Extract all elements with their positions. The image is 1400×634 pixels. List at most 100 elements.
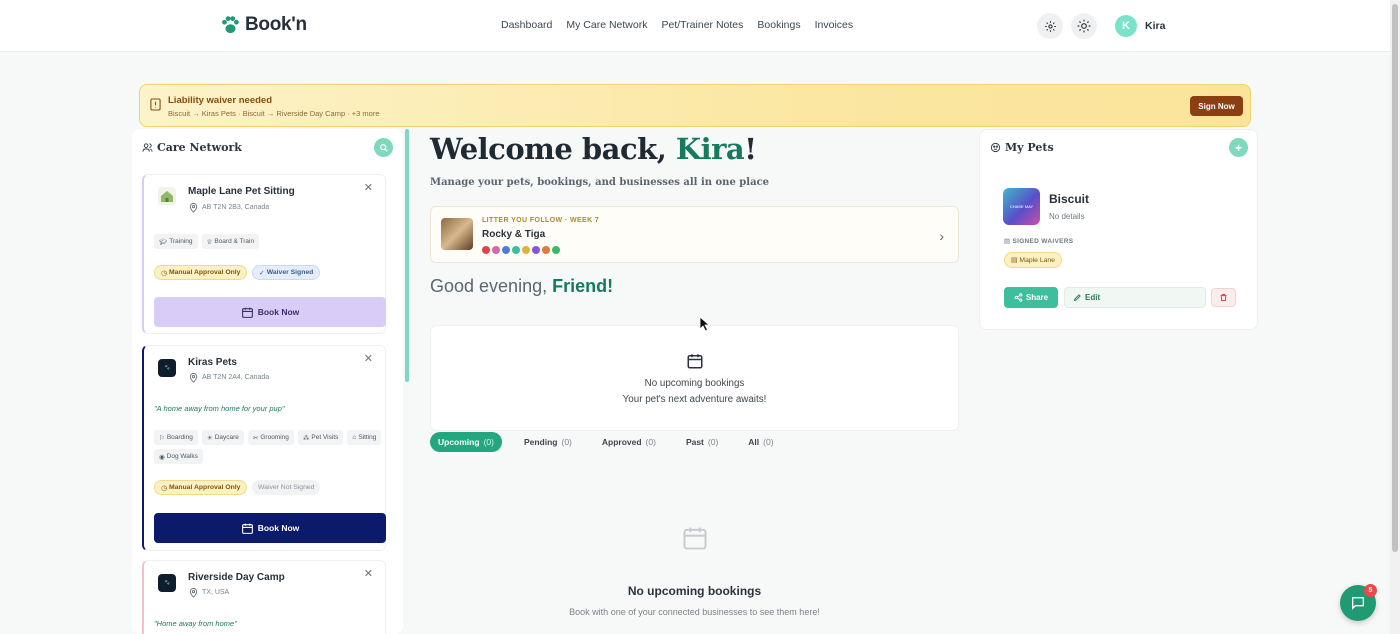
litter-color-dot bbox=[492, 246, 500, 254]
business-name[interactable]: Riverside Day Camp bbox=[188, 572, 285, 583]
nav-my-care-network[interactable]: My Care Network bbox=[566, 19, 647, 31]
delete-button[interactable] bbox=[1211, 288, 1236, 307]
waiver-status-badge: ✓ Waiver Signed bbox=[252, 265, 321, 280]
upcoming-bookings-card: No upcoming bookings Your pet's next adv… bbox=[430, 325, 959, 431]
litter-label: LITTER YOU FOLLOW · WEEK 7 bbox=[482, 217, 600, 224]
nav-dashboard[interactable]: Dashboard bbox=[501, 19, 552, 31]
tab-upcoming[interactable]: Upcoming (0) bbox=[430, 432, 502, 452]
tab-approved[interactable]: Approved (0) bbox=[594, 432, 664, 452]
signed-waiver-badge: ▤ Maple Lane bbox=[1004, 252, 1062, 268]
nav-pet-trainer-notes[interactable]: Pet/Trainer Notes bbox=[661, 19, 743, 31]
litter-color-dot bbox=[532, 246, 540, 254]
pet-name[interactable]: Biscuit bbox=[1049, 192, 1089, 206]
share-icon bbox=[1014, 293, 1023, 302]
gear-icon bbox=[1044, 20, 1056, 32]
paw-logo-icon: 🐾︎ bbox=[163, 365, 171, 371]
litter-color-dot bbox=[512, 246, 520, 254]
trophy-icon: ♕ bbox=[206, 238, 213, 246]
business-location: TX, USA bbox=[188, 586, 229, 599]
business-location-text: TX, USA bbox=[202, 589, 230, 596]
scrollbar-thumb[interactable] bbox=[1392, 4, 1398, 552]
sign-now-button[interactable]: Sign Now bbox=[1190, 96, 1243, 116]
greeting-text: Good evening, Friend! bbox=[430, 276, 614, 296]
service-tags: 🎓︎ Training ♕ Board & Train bbox=[154, 234, 386, 253]
business-card-maple-lane[interactable]: Maple Lane Pet Sitting AB T2N 2B3, Canad… bbox=[142, 174, 386, 334]
nav-invoices[interactable]: Invoices bbox=[815, 19, 854, 31]
banner-subtitle: Biscuit → Kiras Pets · Biscuit → Riversi… bbox=[168, 109, 380, 118]
waiver-status-badge: Waiver Not Signed bbox=[252, 480, 321, 495]
business-name[interactable]: Maple Lane Pet Sitting bbox=[188, 186, 295, 197]
home-icon: ⌂ bbox=[352, 434, 357, 441]
care-network-title-text: Care Network bbox=[157, 141, 242, 154]
close-icon[interactable]: ✕ bbox=[364, 567, 373, 580]
service-tag: ⁂ Pet Visits bbox=[297, 430, 344, 445]
business-location-text: AB T2N 2A4, Canada bbox=[202, 374, 270, 381]
close-icon[interactable]: ✕ bbox=[364, 181, 373, 194]
book-now-button[interactable]: Book Now bbox=[154, 297, 386, 327]
empty-bookings-title: No upcoming bookings bbox=[644, 378, 745, 389]
calendar-icon bbox=[687, 354, 703, 369]
business-tagline: "A home away from home for your pup" bbox=[154, 404, 285, 413]
booking-tabs: Upcoming (0) Pending (0) Approved (0) Past(… bbox=[430, 432, 782, 452]
business-card-riverside[interactable]: 🐾︎ Riverside Day Camp TX, USA ✕ "Home aw… bbox=[142, 560, 386, 634]
kiras-pets-logo: 🐾︎ bbox=[158, 359, 176, 377]
litter-photo bbox=[441, 218, 473, 250]
calendar-icon bbox=[241, 523, 253, 534]
sun-icon bbox=[1077, 19, 1091, 33]
business-location: AB T2N 2B3, Canada bbox=[188, 201, 269, 214]
page-scrollbar[interactable] bbox=[1390, 0, 1400, 634]
welcome-subtitle: Manage your pets, bookings, and business… bbox=[430, 177, 770, 188]
user-avatar[interactable]: K bbox=[1115, 15, 1137, 37]
add-pet-button[interactable]: + bbox=[1229, 138, 1248, 157]
my-pets-title: My Pets bbox=[990, 141, 1054, 154]
house-logo-icon bbox=[161, 191, 173, 202]
calendar-icon bbox=[241, 307, 253, 318]
pet-photo[interactable]: CHASE MAY bbox=[1003, 188, 1040, 225]
litter-card[interactable]: LITTER YOU FOLLOW · WEEK 7 Rocky & Tiga … bbox=[430, 206, 959, 263]
sun-small-icon: ☀ bbox=[206, 434, 213, 442]
panel-scroll-indicator[interactable] bbox=[405, 129, 409, 382]
nav-bookings[interactable]: Bookings bbox=[757, 19, 800, 31]
search-network-button[interactable] bbox=[374, 138, 393, 157]
litter-color-dot bbox=[552, 246, 560, 254]
paw-icon bbox=[222, 16, 239, 34]
plus-icon: + bbox=[1234, 140, 1242, 155]
tab-past[interactable]: Past (0) bbox=[678, 432, 726, 452]
tab-all[interactable]: All (0) bbox=[740, 432, 781, 452]
empty-list-subtitle: Book with one of your connected business… bbox=[569, 607, 820, 617]
litter-color-dot bbox=[482, 246, 490, 254]
chevron-right-icon[interactable]: › bbox=[939, 228, 944, 244]
approval-badge: ◷ Manual Approval Only bbox=[154, 265, 248, 280]
welcome-heading: Welcome back, Kira! bbox=[430, 132, 757, 166]
user-name[interactable]: Kira bbox=[1145, 20, 1165, 32]
book-now-button[interactable]: Book Now bbox=[154, 513, 386, 543]
app-logo[interactable]: Book'n bbox=[219, 14, 307, 36]
theme-toggle-button[interactable] bbox=[1071, 13, 1097, 39]
my-pets-panel: My Pets + CHASE MAY Biscuit No details ▤… bbox=[979, 129, 1258, 330]
dog-icon: ◉ bbox=[159, 453, 165, 461]
care-network-panel: Care Network Maple Lane Pet Sitting AB T… bbox=[132, 129, 403, 634]
business-name[interactable]: Kiras Pets bbox=[188, 357, 237, 368]
main-nav: Dashboard My Care Network Pet/Trainer No… bbox=[501, 19, 853, 31]
edit-button[interactable]: Edit bbox=[1064, 287, 1206, 308]
business-tagline: "Home away from home" bbox=[154, 619, 237, 628]
close-icon[interactable]: ✕ bbox=[364, 352, 373, 365]
business-card-kiras-pets[interactable]: 🐾︎ Kiras Pets AB T2N 2A4, Canada ✕ "A ho… bbox=[142, 345, 386, 551]
banner-title: Liability waiver needed bbox=[168, 95, 273, 106]
calendar-empty-icon bbox=[683, 527, 707, 550]
care-network-title: Care Network bbox=[142, 141, 242, 154]
flag-icon: ⚐ bbox=[159, 434, 165, 442]
scissors-icon: ✂ bbox=[252, 434, 259, 442]
maple-lane-logo bbox=[158, 187, 176, 205]
business-location-text: AB T2N 2B3, Canada bbox=[202, 204, 270, 211]
share-button[interactable]: Share bbox=[1004, 287, 1058, 308]
service-tag: 🎓︎ Training bbox=[154, 234, 198, 249]
footprints-icon: ⁂ bbox=[302, 434, 310, 442]
map-pin-icon bbox=[189, 202, 198, 213]
paw-outline-icon bbox=[990, 142, 1001, 153]
tab-pending[interactable]: Pending (0) bbox=[516, 432, 580, 452]
settings-button[interactable] bbox=[1037, 13, 1063, 39]
chat-unread-badge: 5 bbox=[1364, 584, 1377, 597]
service-tag: ☀ Daycare bbox=[201, 430, 244, 445]
paw-logo-icon: 🐾︎ bbox=[163, 580, 171, 586]
